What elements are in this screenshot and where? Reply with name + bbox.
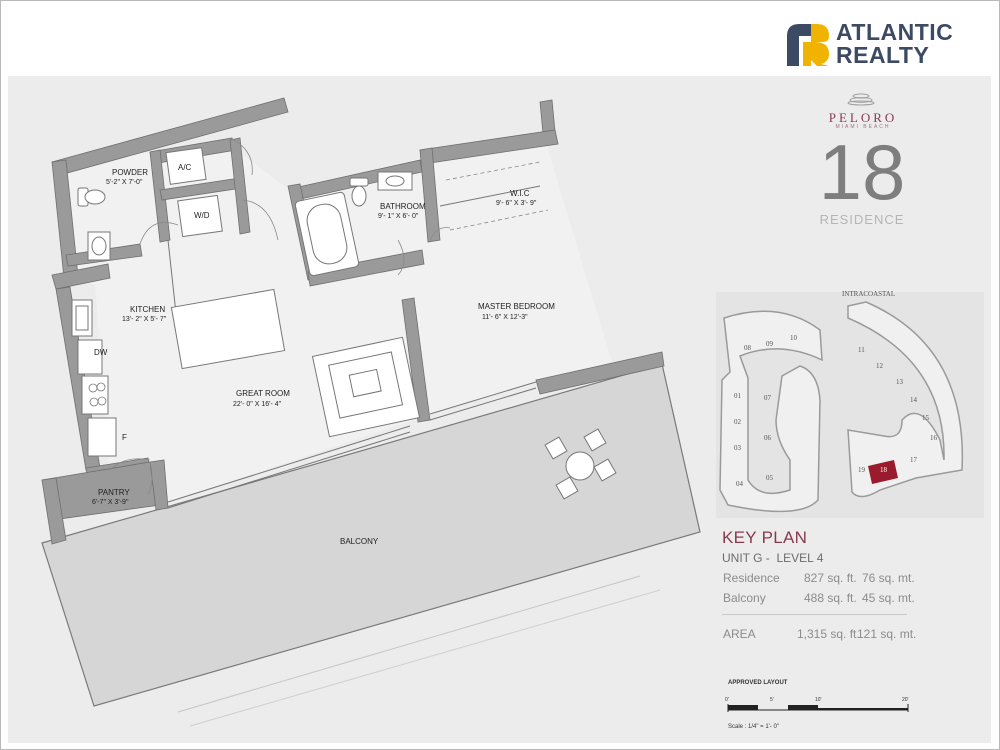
area-sqft: 1,315 sq. ft. xyxy=(797,627,860,641)
scale-bar: 0' 5' 10' 20' xyxy=(725,697,909,712)
kitchen-label: KITCHEN xyxy=(130,305,165,314)
west-unit-06: 06 xyxy=(764,434,772,442)
pantry-label: PANTRY xyxy=(98,488,130,497)
west-unit-03: 03 xyxy=(734,444,742,452)
east-unit-15: 15 xyxy=(922,414,930,422)
east-unit-17: 17 xyxy=(910,456,918,464)
peloro-logo-icon xyxy=(847,93,875,106)
key-plan-title: KEY PLAN xyxy=(722,528,808,547)
balcony-label: BALCONY xyxy=(340,537,379,546)
intracoastal-label: INTRACOASTAL xyxy=(842,290,895,298)
sink-icon xyxy=(87,231,111,261)
bathroom-label: BATHROOM xyxy=(380,202,426,211)
east-unit-18: 18 xyxy=(880,466,888,474)
west-unit-05: 05 xyxy=(766,474,774,482)
residence-row-sqm: 76 sq. mt. xyxy=(862,571,915,585)
fridge-label: F xyxy=(122,433,127,442)
dw-label: DW xyxy=(94,348,108,357)
great-room-label: GREAT ROOM xyxy=(236,389,290,398)
bathroom-dims: 9'- 1" X 6'- 0" xyxy=(378,213,419,220)
residence-number: 18 xyxy=(818,128,906,216)
unit-level: UNIT G - LEVEL 4 xyxy=(722,551,824,565)
scale-tick-5: 5' xyxy=(770,697,774,703)
master-bedroom-label: MASTER BEDROOM xyxy=(478,302,555,311)
area-divider xyxy=(722,614,907,615)
master-bedroom-dims: 11'- 6" X 12'-3" xyxy=(482,314,528,321)
balcony-row-sqft: 488 sq. ft. xyxy=(804,591,857,605)
wic-label: W.I.C xyxy=(510,189,530,198)
west-unit-10: 10 xyxy=(790,334,798,342)
scale-tick-20: 20' xyxy=(902,697,909,703)
residence-row-label: Residence xyxy=(723,571,780,585)
wic-dims: 9'- 6" X 3'- 9" xyxy=(496,200,537,207)
west-unit-09: 09 xyxy=(766,340,774,348)
pantry-dims: 6'-7" X 3'-9" xyxy=(92,499,129,506)
ac-label: A/C xyxy=(178,163,192,172)
scale-tick-0: 0' xyxy=(725,697,729,703)
scale-text: Scale : 1/4" = 1'- 0" xyxy=(728,724,779,730)
powder-dims: 5'-2" X 7'-0" xyxy=(106,179,143,186)
west-unit-01: 01 xyxy=(734,392,742,400)
approved-layout: APPROVED LAYOUT xyxy=(728,680,788,686)
east-unit-11: 11 xyxy=(858,346,865,354)
balcony-row-label: Balcony xyxy=(723,591,766,605)
powder-label: POWDER xyxy=(112,168,148,177)
west-unit-07: 07 xyxy=(764,394,772,402)
great-room-dims: 22'- 0" X 16'- 4" xyxy=(233,401,282,408)
wd-label: W/D xyxy=(194,211,210,220)
east-unit-14: 14 xyxy=(910,396,918,404)
west-unit-04: 04 xyxy=(736,480,744,488)
east-unit-13: 13 xyxy=(896,378,904,386)
scale-tick-10: 10' xyxy=(815,697,822,703)
residence-row-sqft: 827 sq. ft. xyxy=(804,571,857,585)
key-plan-map: INTRACOASTAL 08 09 10 01 07 02 06 03 04 05 11 12 13… xyxy=(716,290,984,518)
area-label: AREA xyxy=(723,627,756,641)
bath-sink-icon xyxy=(377,171,413,191)
residence-label: RESIDENCE xyxy=(819,212,905,227)
area-sqm: 121 sq. mt. xyxy=(857,627,917,641)
west-unit-08: 08 xyxy=(744,344,752,352)
east-unit-19: 19 xyxy=(858,466,866,474)
west-unit-02: 02 xyxy=(734,418,742,426)
east-unit-12: 12 xyxy=(876,362,884,370)
kitchen-dims: 13'- 2" X 5'- 7" xyxy=(122,316,167,323)
east-unit-16: 16 xyxy=(930,434,938,442)
balcony-row-sqm: 45 sq. mt. xyxy=(862,591,915,605)
